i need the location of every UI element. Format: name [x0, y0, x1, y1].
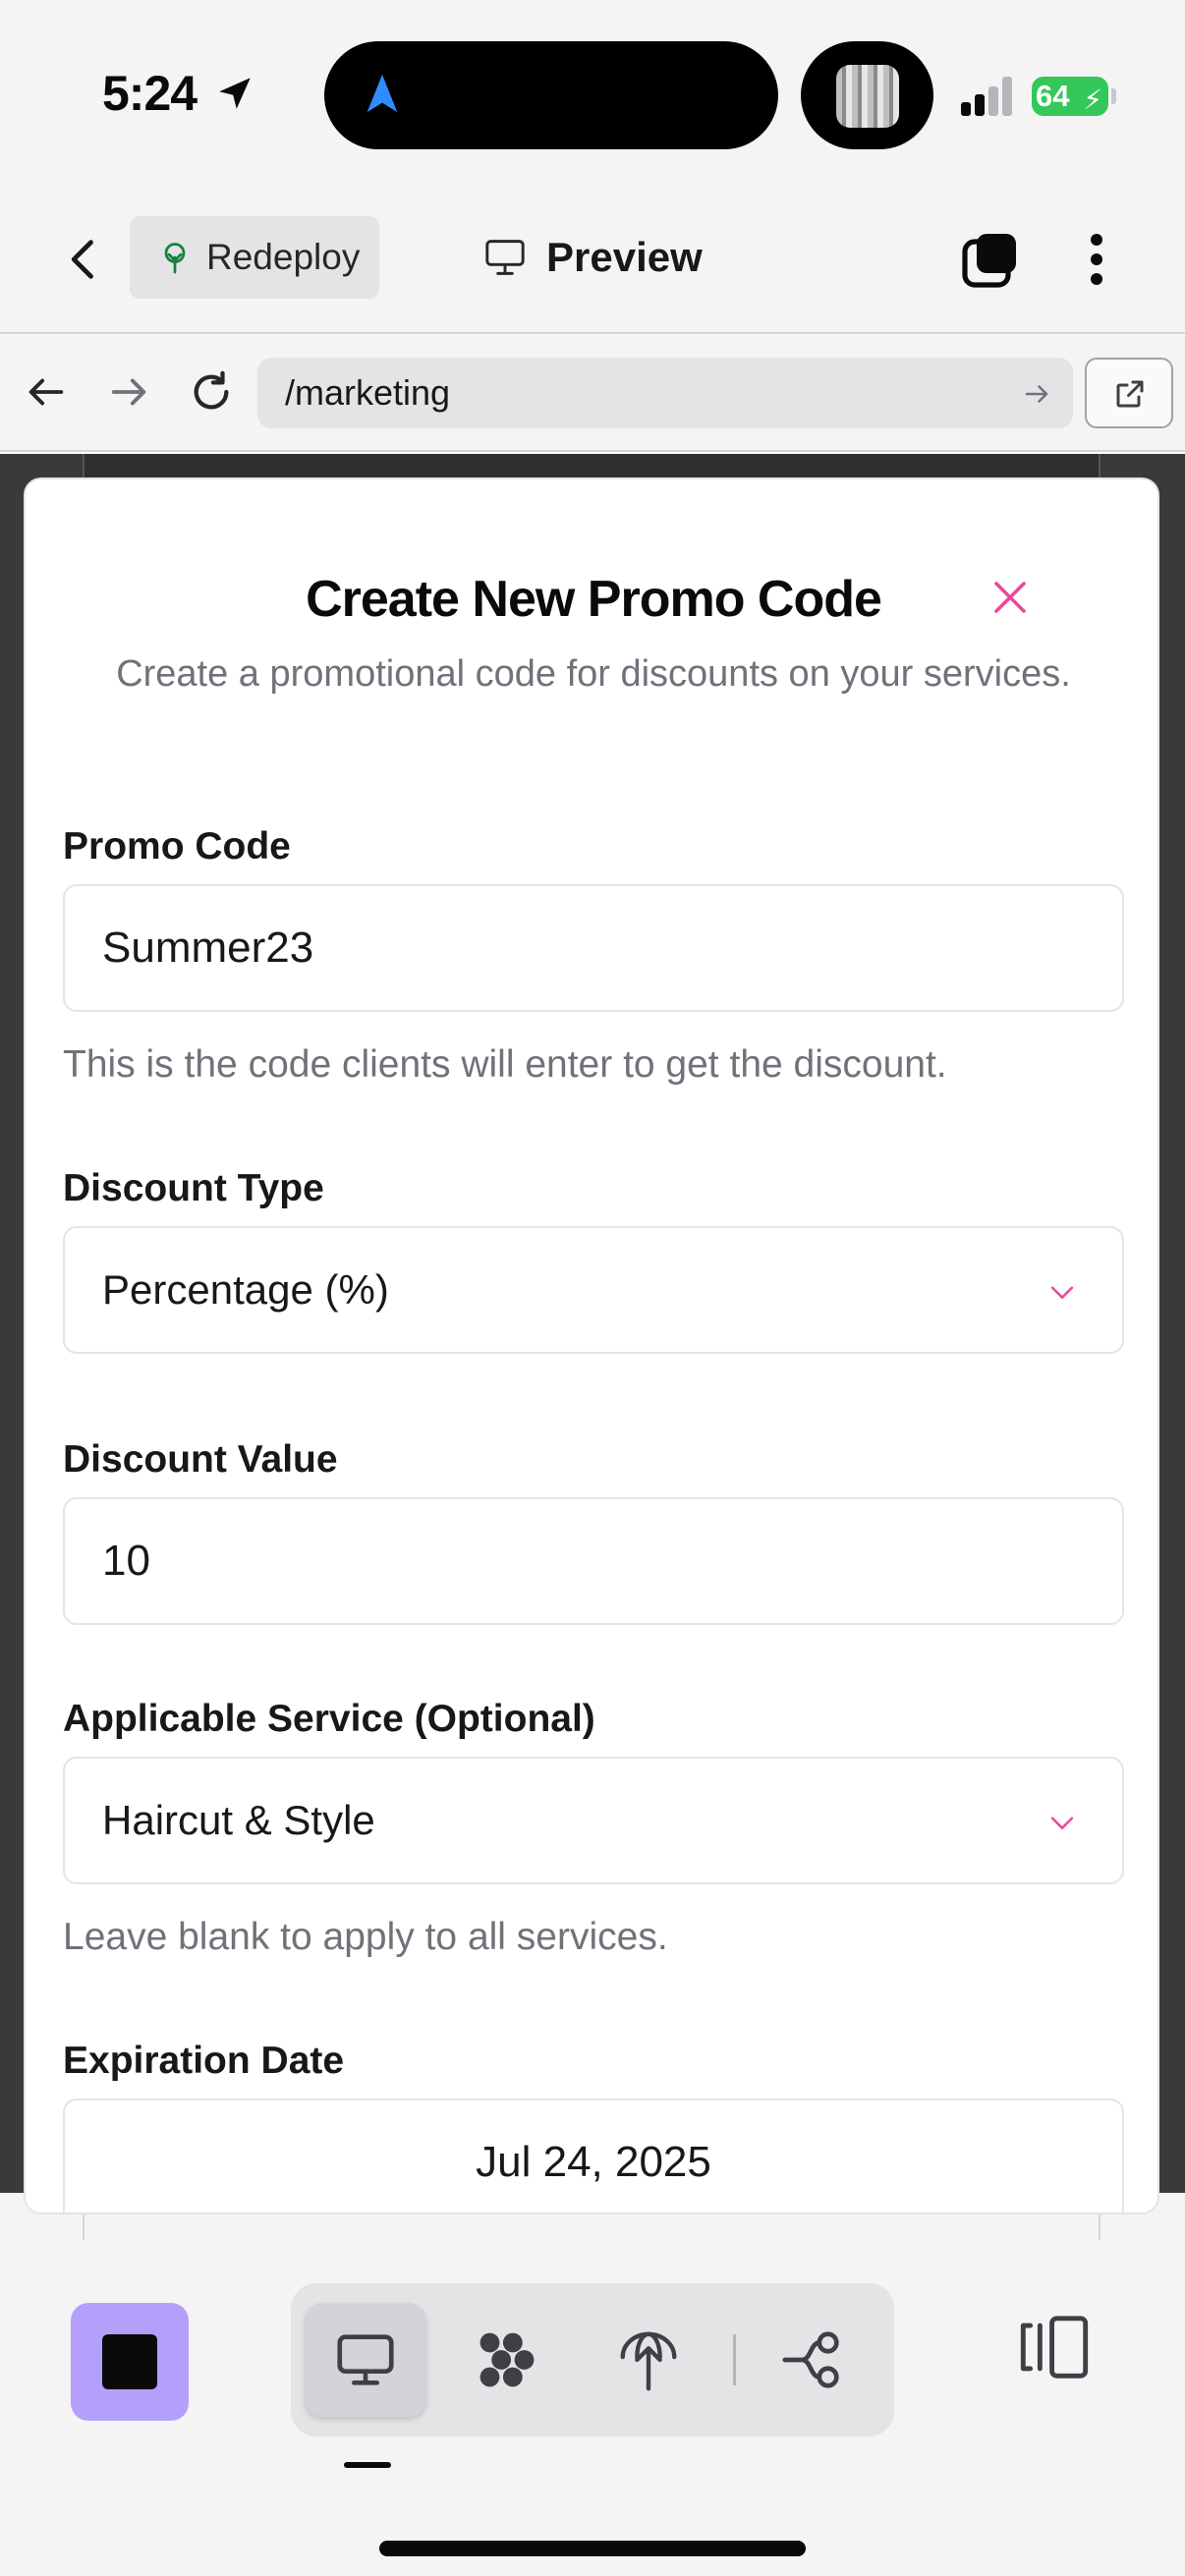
promo-code-input[interactable]: Summer23	[63, 884, 1124, 1012]
tabs-icon[interactable]	[959, 228, 1022, 291]
applicable-service-value: Haircut & Style	[102, 1797, 375, 1843]
dynamic-island	[324, 41, 778, 149]
signal-icon	[961, 77, 1014, 116]
discount-value-label: Discount Value	[63, 1438, 338, 1481]
stop-icon	[102, 2334, 157, 2389]
reload-icon[interactable]	[189, 369, 234, 415]
close-icon[interactable]	[987, 574, 1034, 621]
app-header: Redeploy Preview	[0, 187, 1185, 334]
promo-code-label: Promo Code	[63, 825, 291, 868]
applicable-service-label: Applicable Service (Optional)	[63, 1698, 595, 1740]
applicable-service-select[interactable]: Haircut & Style	[63, 1757, 1124, 1884]
dots-cluster-icon	[480, 2332, 535, 2387]
home-indicator[interactable]	[379, 2541, 806, 2556]
battery-indicator: 64 ⚡	[1032, 77, 1108, 116]
divider	[733, 2334, 736, 2385]
navigation-arrow-icon	[367, 74, 398, 113]
bottom-toolbar	[0, 2240, 1185, 2576]
more-vertical-icon[interactable]	[1077, 228, 1116, 291]
chevron-down-icon	[1050, 1817, 1074, 1829]
external-link-icon	[1116, 380, 1144, 408]
charging-icon: ⚡	[1083, 84, 1102, 115]
dialog-description: Create a promotional code for discounts …	[116, 653, 1071, 695]
battery-level: 64	[1036, 79, 1070, 113]
go-arrow-icon[interactable]	[1022, 379, 1051, 409]
browser-bar: /marketing	[0, 334, 1185, 452]
browser-back-icon[interactable]	[24, 369, 69, 415]
split-view-icon[interactable]	[1016, 2309, 1093, 2385]
active-tab-indicator	[344, 2462, 391, 2468]
web-viewport: Create New Promo Code Create a promotion…	[0, 454, 1185, 2240]
discount-type-value: Percentage (%)	[102, 1266, 389, 1313]
media-activity	[801, 41, 933, 149]
status-time: 5:24	[102, 66, 198, 121]
status-bar: 5:24 64 ⚡	[0, 0, 1185, 187]
battery-tip	[1111, 88, 1116, 104]
preview-view-button[interactable]	[305, 2303, 426, 2417]
expiration-date-label: Expiration Date	[63, 2040, 345, 2082]
preview-tab[interactable]: Preview	[483, 226, 703, 289]
code-view-button[interactable]	[446, 2303, 568, 2417]
url-input[interactable]: /marketing	[257, 358, 1073, 428]
deploy-icon	[620, 2331, 677, 2391]
redeploy-button[interactable]: Redeploy	[130, 216, 379, 299]
redeploy-label: Redeploy	[206, 237, 361, 277]
tree-icon	[164, 243, 186, 274]
expiration-date-button[interactable]: Jul 24, 2025	[63, 2099, 1124, 2212]
chevron-down-icon	[1050, 1286, 1074, 1299]
discount-type-label: Discount Type	[63, 1167, 324, 1209]
deploy-view-button[interactable]	[588, 2303, 709, 2417]
album-thumbnail	[836, 65, 899, 128]
promo-code-dialog: Create New Promo Code Create a promotion…	[24, 477, 1159, 2214]
preview-label: Preview	[546, 234, 703, 280]
back-chevron-icon[interactable]	[59, 234, 110, 285]
open-external-button[interactable]	[1085, 358, 1173, 428]
workflow-icon	[782, 2331, 839, 2388]
applicable-service-help: Leave blank to apply to all services.	[63, 1916, 668, 1958]
stop-button[interactable]	[71, 2303, 189, 2421]
monitor-icon	[485, 240, 525, 275]
view-switcher	[291, 2283, 894, 2436]
promo-code-help: This is the code clients will enter to g…	[63, 1043, 947, 1086]
browser-forward-icon[interactable]	[106, 369, 151, 415]
discount-value-input[interactable]: 10	[63, 1497, 1124, 1625]
discount-type-select[interactable]: Percentage (%)	[63, 1226, 1124, 1354]
workflow-view-button[interactable]	[753, 2303, 875, 2417]
monitor-icon	[337, 2334, 394, 2385]
url-text: /marketing	[285, 372, 451, 413]
location-arrow-icon	[219, 78, 251, 109]
